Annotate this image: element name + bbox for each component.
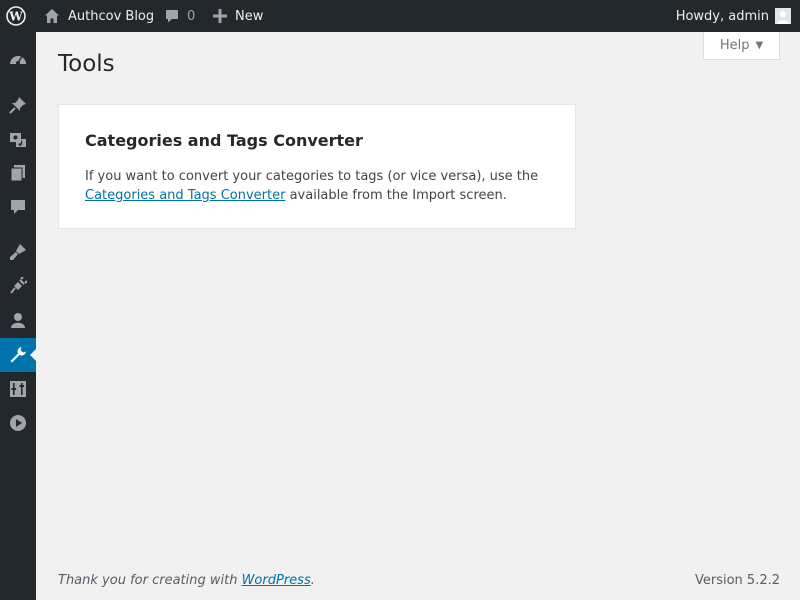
account-menu[interactable]: Howdy, admin <box>676 0 791 32</box>
settings-icon <box>9 380 27 398</box>
tool-card: Categories and Tags Converter If you wan… <box>58 104 576 229</box>
wordpress-logo-icon[interactable]: W <box>6 0 26 32</box>
card-text-before: If you want to convert your categories t… <box>85 169 539 184</box>
site-name-link[interactable]: Authcov Blog <box>44 0 154 32</box>
caret-down-icon: ▼ <box>755 40 764 51</box>
users-icon <box>9 311 27 329</box>
new-content-button[interactable]: New <box>213 0 263 32</box>
comments-link[interactable]: 0 <box>164 0 195 32</box>
card-title: Categories and Tags Converter <box>85 131 363 150</box>
page-title: Tools <box>58 51 115 77</box>
menu-dashboard[interactable] <box>0 43 36 77</box>
converter-link[interactable]: Categories and Tags Converter <box>85 188 285 203</box>
menu-users[interactable] <box>0 303 36 337</box>
new-content-label: New <box>235 8 264 24</box>
footer-thanks-text: Thank you for creating with <box>58 573 242 588</box>
footer-version: Version 5.2.2 <box>694 573 780 588</box>
greeting-text: Howdy, admin <box>675 8 769 24</box>
menu-settings[interactable] <box>0 372 36 406</box>
avatar <box>775 8 791 24</box>
tools-icon <box>9 346 27 364</box>
comments-icon <box>9 198 27 216</box>
menu-tools[interactable] <box>0 338 36 372</box>
admin-sidebar <box>0 32 36 600</box>
play-icon <box>9 414 27 432</box>
svg-text:W: W <box>8 10 23 24</box>
menu-appearance[interactable] <box>0 235 36 269</box>
menu-media-player[interactable] <box>0 406 36 440</box>
menu-plugins[interactable] <box>0 269 36 303</box>
comments-count: 0 <box>187 8 196 24</box>
home-icon <box>44 8 60 24</box>
footer-thanks: Thank you for creating with WordPress. <box>58 573 315 588</box>
plugins-icon <box>9 277 27 295</box>
site-name-label: Authcov Blog <box>68 8 155 24</box>
menu-comments[interactable] <box>0 190 36 224</box>
pages-icon <box>9 164 27 182</box>
footer-thanks-period: . <box>310 573 315 588</box>
pin-icon <box>9 96 27 114</box>
card-description: If you want to convert your categories t… <box>85 167 555 205</box>
appearance-icon <box>9 243 27 261</box>
card-text-after: available from the Import screen. <box>285 188 507 203</box>
help-label: Help <box>719 38 750 53</box>
menu-media[interactable] <box>0 122 36 156</box>
dashboard-icon <box>9 51 27 69</box>
menu-pages[interactable] <box>0 156 36 190</box>
plus-icon <box>213 9 227 23</box>
admin-bar: W Authcov Blog 0 New Howdy, admin <box>0 0 800 32</box>
menu-posts[interactable] <box>0 88 36 122</box>
help-button[interactable]: Help ▼ <box>703 32 780 60</box>
comment-bubble-icon <box>164 8 180 24</box>
media-icon <box>9 130 27 148</box>
wordpress-link[interactable]: WordPress <box>242 573 311 588</box>
